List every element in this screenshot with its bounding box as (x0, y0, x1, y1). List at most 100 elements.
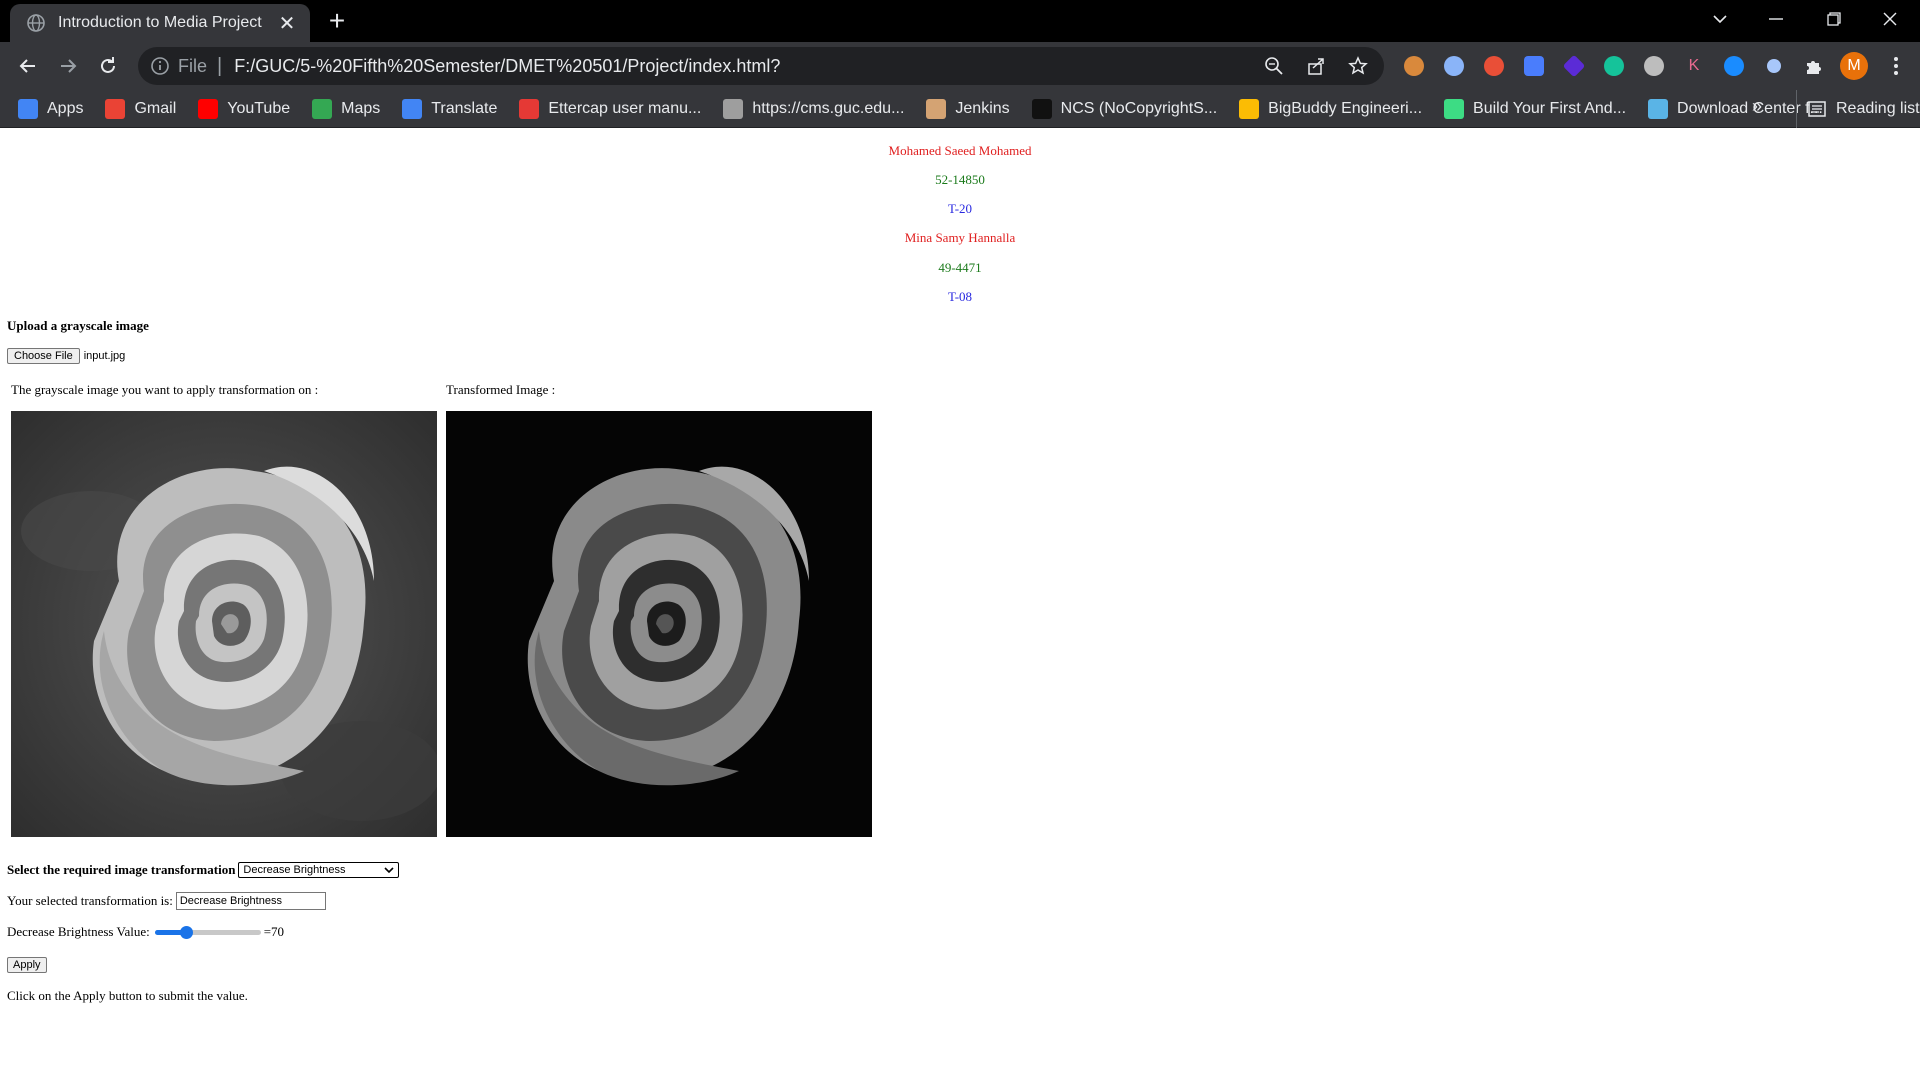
reading-list-icon (1808, 101, 1826, 117)
tab-search-button[interactable] (1692, 0, 1748, 38)
student-2-tutorial: T-08 (947, 289, 973, 304)
extension-gem-icon[interactable] (1560, 52, 1588, 80)
transformation-select-row: Select the required image transformation… (7, 862, 400, 878)
zoom-icon[interactable] (1262, 54, 1286, 78)
share-icon[interactable] (1304, 54, 1328, 78)
file-input: Choose File input.jpg (7, 348, 125, 364)
extension-tag-icon[interactable] (1640, 52, 1668, 80)
brightness-slider-row: Decrease Brightness Value: =70 (7, 924, 284, 940)
omnibox-actions (1262, 54, 1370, 78)
selected-transformation-label: Your selected transformation is: (7, 893, 173, 908)
original-image-caption: The grayscale image you want to apply tr… (11, 382, 319, 397)
bookmark-item[interactable]: Translate (402, 99, 497, 119)
bookmark-label: Translate (431, 100, 498, 117)
translate-icon (402, 99, 423, 119)
extension-cookie-icon[interactable] (1400, 52, 1428, 80)
extension-play-icon[interactable] (1720, 52, 1748, 80)
student-2-id: 49-4471 (938, 260, 982, 275)
student-1-id: 52-14850 (935, 172, 985, 187)
reload-button[interactable] (92, 50, 124, 82)
tab-close-icon[interactable]: ✕ (276, 11, 298, 36)
bookmark-item[interactable]: https://cms.guc.edu... (723, 99, 904, 119)
student-1-name: Mohamed Saeed Mohamed (888, 143, 1032, 158)
youtube-icon (198, 99, 219, 119)
apps-grid-icon (18, 99, 38, 119)
ncs-icon (1031, 99, 1052, 119)
restore-icon (1827, 12, 1841, 26)
forward-button[interactable] (52, 50, 84, 82)
bookmark-item[interactable]: Maps (312, 99, 380, 119)
chevron-down-icon (1713, 15, 1727, 24)
address-bar[interactable]: File | F:/GUC/5-%20Fifth%20Semester/DMET… (138, 47, 1384, 85)
drive-icon (1239, 99, 1260, 119)
url-separator: | (217, 54, 223, 77)
bookmark-label: Gmail (134, 100, 177, 117)
brightness-slider[interactable] (154, 924, 261, 940)
bookmark-item[interactable]: BigBuddy Engineeri... (1239, 99, 1422, 119)
close-icon (1883, 12, 1897, 26)
extensions-bar: K M (1400, 52, 1868, 80)
gmail-icon (105, 99, 126, 119)
selected-transformation-row: Your selected transformation is: Decreas… (7, 892, 326, 910)
bookmark-item[interactable]: Ettercap user manu... (519, 99, 701, 119)
file-name: input.jpg (83, 350, 126, 362)
checkmark-icon (519, 99, 540, 119)
slider-thumb[interactable] (180, 926, 194, 939)
close-window-button[interactable] (1862, 0, 1918, 38)
tab-title: Introduction to Media Project (58, 14, 262, 31)
extension-mask-icon[interactable] (1480, 52, 1508, 80)
bookmark-label: Maps (341, 100, 381, 117)
browser-toolbar: File | F:/GUC/5-%20Fifth%20Semester/DMET… (0, 42, 1920, 90)
bookmark-item[interactable]: NCS (NoCopyrightS... (1031, 99, 1217, 119)
bookmark-label: BigBuddy Engineeri... (1268, 100, 1423, 117)
android-icon (1444, 99, 1465, 119)
new-tab-button[interactable]: + (322, 6, 352, 36)
extension-key-icon[interactable] (1760, 52, 1788, 80)
forward-arrow-icon (61, 59, 77, 73)
bookmark-label: Build Your First And... (1473, 100, 1627, 117)
reading-list-button[interactable]: Reading list (1796, 90, 1920, 128)
bookmark-item[interactable]: Gmail (105, 99, 176, 119)
maps-pin-icon (312, 99, 333, 119)
transformed-image (446, 411, 872, 837)
extension-k-icon[interactable]: K (1680, 52, 1708, 80)
restore-button[interactable] (1806, 0, 1862, 38)
original-image (11, 411, 437, 837)
globe-icon (1648, 99, 1669, 119)
info-icon[interactable] (150, 56, 170, 76)
bookmark-item[interactable]: Jenkins (926, 99, 1010, 119)
bookmarks-list: Apps Gmail YouTube Maps Translate Ettercap us… (18, 90, 1845, 128)
extension-screen-icon[interactable] (1520, 52, 1548, 80)
bookmark-star-icon[interactable] (1346, 54, 1370, 78)
more-bookmarks-button[interactable]: » (1752, 96, 1762, 117)
bookmarks-bar: Apps Gmail YouTube Maps Translate Ettercap us… (0, 90, 1920, 128)
minimize-button[interactable] (1748, 0, 1804, 38)
student-1-tutorial: T-20 (947, 201, 973, 216)
transformation-select[interactable]: Decrease Brightness (238, 862, 400, 878)
bookmark-label: https://cms.guc.edu... (752, 100, 905, 117)
url-text[interactable]: F:/GUC/5-%20Fifth%20Semester/DMET%20501/… (234, 56, 780, 77)
transformation-select-label: Select the required image transformation (7, 862, 236, 877)
profile-avatar[interactable]: M (1840, 52, 1868, 80)
apply-button[interactable]: Apply (7, 957, 47, 973)
transformation-selected-option: Decrease Brightness (243, 864, 346, 876)
bookmark-label: Jenkins (955, 100, 1010, 117)
extension-grammarly-icon[interactable] (1600, 52, 1628, 80)
active-tab[interactable]: Introduction to Media Project ✕ (10, 4, 310, 42)
brightness-value-readout: =70 (263, 924, 285, 939)
selected-transformation-field[interactable]: Decrease Brightness (175, 892, 326, 910)
page-content: Mohamed Saeed Mohamed 52-14850 T-20 Mina… (0, 128, 1920, 1080)
bookmark-item[interactable]: YouTube (198, 99, 290, 119)
globe-icon (27, 14, 45, 32)
bookmark-item[interactable]: Build Your First And... (1444, 99, 1626, 119)
choose-file-button[interactable]: Choose File (7, 348, 80, 364)
bookmark-item[interactable]: Apps (18, 99, 83, 119)
bookmark-label: YouTube (227, 100, 291, 117)
extensions-puzzle-icon[interactable] (1800, 52, 1828, 80)
back-button[interactable] (12, 50, 44, 82)
upload-title: Upload a grayscale image (7, 318, 149, 333)
bookmark-label: Ettercap user manu... (548, 100, 702, 117)
menu-kebab-icon[interactable] (1882, 52, 1910, 80)
student-2-name: Mina Samy Hannalla (904, 230, 1016, 245)
extension-search-icon[interactable] (1440, 52, 1468, 80)
